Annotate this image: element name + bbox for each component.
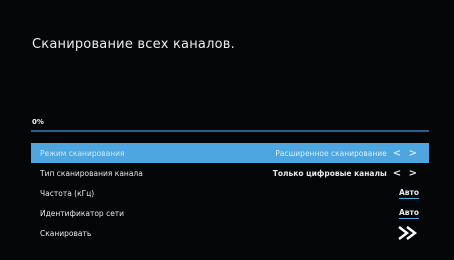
network-id-value: Авто — [398, 207, 419, 219]
menu-item-scan-mode[interactable]: Режим сканирования Расширенное сканирова… — [31, 143, 429, 163]
page-title: Сканирование всех каналов. — [32, 37, 235, 52]
menu-item-scan[interactable]: Сканировать — [31, 223, 429, 243]
menu-item-value[interactable]: Расширенное сканирование < > — [275, 148, 419, 159]
scan-start-button[interactable] — [397, 226, 419, 240]
left-right-arrows-icon[interactable]: < > — [393, 168, 419, 179]
menu-item-label: Тип сканирования канала — [40, 168, 143, 178]
scan-mode-value: Расширенное сканирование — [275, 148, 387, 158]
menu-item-value[interactable]: Авто — [398, 187, 419, 199]
menu-item-value[interactable]: Авто — [398, 207, 419, 219]
menu-item-value[interactable]: Только цифровые каналы < > — [273, 168, 419, 179]
menu-item-label: Режим сканирования — [40, 148, 125, 158]
menu-item-network-id[interactable]: Идентификатор сети Авто — [31, 203, 429, 223]
menu-item-label: Сканировать — [40, 228, 92, 238]
progress-percent: 0% — [32, 118, 44, 126]
tv-screen: Сканирование всех каналов. 0% Режим скан… — [0, 0, 454, 260]
frequency-value: Авто — [398, 187, 419, 199]
menu-item-label: Частота (кГц) — [40, 188, 95, 198]
channel-scan-type-value: Только цифровые каналы — [272, 168, 387, 178]
left-right-arrows-icon[interactable]: < > — [393, 148, 419, 159]
menu-item-frequency[interactable]: Частота (кГц) Авто — [31, 183, 429, 203]
double-chevron-right-icon[interactable] — [397, 226, 419, 240]
scan-settings-menu: Режим сканирования Расширенное сканирова… — [31, 143, 429, 243]
menu-item-label: Идентификатор сети — [40, 208, 125, 218]
menu-item-channel-scan-type[interactable]: Тип сканирования канала Только цифровые … — [31, 163, 429, 183]
progress-bar — [31, 130, 429, 132]
